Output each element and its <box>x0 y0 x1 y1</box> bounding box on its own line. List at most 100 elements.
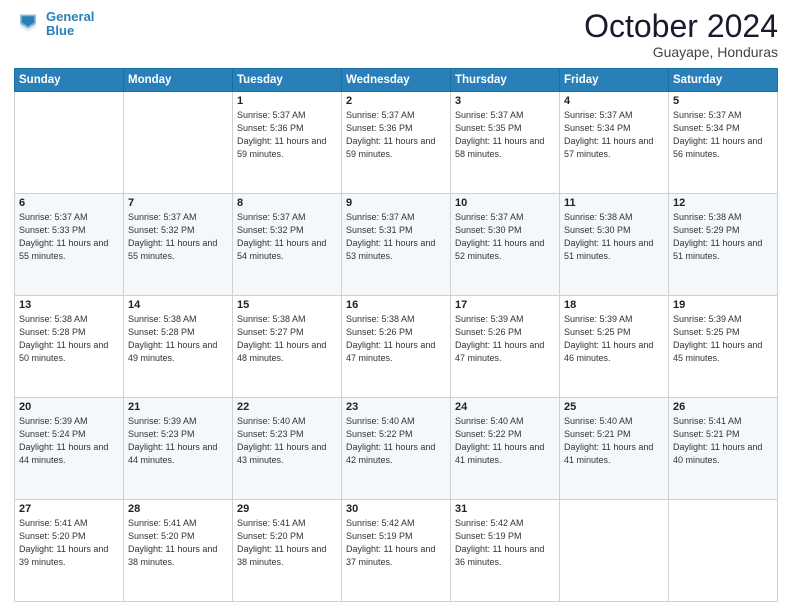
calendar-cell: 20 Sunrise: 5:39 AMSunset: 5:24 PMDayligh… <box>15 398 124 500</box>
day-number: 6 <box>19 197 119 209</box>
day-info: Sunrise: 5:40 AMSunset: 5:22 PMDaylight:… <box>455 415 555 467</box>
logo-line1: General <box>46 9 94 24</box>
weekday-header-friday: Friday <box>560 69 669 92</box>
calendar-cell: 31Sunrise: 5:42 AMSunset: 5:19 PMDayligh… <box>451 500 560 602</box>
day-number: 8 <box>237 197 337 209</box>
day-info: Sunrise: 5:41 AMSunset: 5:21 PMDaylight:… <box>673 415 773 467</box>
day-info: Sunrise: 5:40 AMSunset: 5:23 PMDaylight:… <box>237 415 337 467</box>
calendar-cell: 26 Sunrise: 5:41 AMSunset: 5:21 PMDayligh… <box>669 398 778 500</box>
calendar-cell: 30 Sunrise: 5:42 AMSunset: 5:19 PMDayligh… <box>342 500 451 602</box>
day-info: Sunrise: 5:39 AMSunset: 5:23 PMDaylight:… <box>128 415 228 467</box>
day-info: Sunrise: 5:39 AMSunset: 5:25 PMDaylight:… <box>564 313 664 365</box>
day-number: 18 <box>564 299 664 311</box>
calendar-cell: 17 Sunrise: 5:39 AMSunset: 5:26 PMDayligh… <box>451 296 560 398</box>
calendar-cell: 6Sunrise: 5:37 AMSunset: 5:33 PMDaylight… <box>15 194 124 296</box>
calendar-cell: 18 Sunrise: 5:39 AMSunset: 5:25 PMDayligh… <box>560 296 669 398</box>
calendar-week-5: 27 Sunrise: 5:41 AMSunset: 5:20 PMDayligh… <box>15 500 778 602</box>
weekday-header-sunday: Sunday <box>15 69 124 92</box>
weekday-header-monday: Monday <box>124 69 233 92</box>
calendar-cell: 21 Sunrise: 5:39 AMSunset: 5:23 PMDayligh… <box>124 398 233 500</box>
logo: General Blue <box>14 10 94 39</box>
day-number: 10 <box>455 197 555 209</box>
day-info: Sunrise: 5:37 AMSunset: 5:36 PMDaylight:… <box>237 109 337 161</box>
day-number: 2 <box>346 95 446 107</box>
day-number: 1 <box>237 95 337 107</box>
day-info: Sunrise: 5:39 AMSunset: 5:24 PMDaylight:… <box>19 415 119 467</box>
logo-text: General Blue <box>46 10 94 39</box>
day-info: Sunrise: 5:39 AMSunset: 5:26 PMDaylight:… <box>455 313 555 365</box>
page-header: General Blue October 2024 Guayape, Hondu… <box>14 10 778 60</box>
calendar-cell <box>15 92 124 194</box>
day-info: Sunrise: 5:38 AMSunset: 5:29 PMDaylight:… <box>673 211 773 263</box>
location-subtitle: Guayape, Honduras <box>584 44 778 60</box>
calendar-cell: 24 Sunrise: 5:40 AMSunset: 5:22 PMDayligh… <box>451 398 560 500</box>
calendar-week-3: 13Sunrise: 5:38 AMSunset: 5:28 PMDayligh… <box>15 296 778 398</box>
day-info: Sunrise: 5:41 AMSunset: 5:20 PMDaylight:… <box>237 517 337 569</box>
logo-line2: Blue <box>46 23 74 38</box>
day-number: 5 <box>673 95 773 107</box>
calendar-cell: 28 Sunrise: 5:41 AMSunset: 5:20 PMDayligh… <box>124 500 233 602</box>
day-number: 24 <box>455 401 555 413</box>
day-number: 17 <box>455 299 555 311</box>
calendar-cell: 19Sunrise: 5:39 AMSunset: 5:25 PMDayligh… <box>669 296 778 398</box>
calendar-cell <box>124 92 233 194</box>
day-info: Sunrise: 5:38 AMSunset: 5:28 PMDaylight:… <box>19 313 119 365</box>
day-info: Sunrise: 5:41 AMSunset: 5:20 PMDaylight:… <box>128 517 228 569</box>
day-number: 27 <box>19 503 119 515</box>
day-info: Sunrise: 5:37 AMSunset: 5:30 PMDaylight:… <box>455 211 555 263</box>
calendar-cell: 11 Sunrise: 5:38 AMSunset: 5:30 PMDayligh… <box>560 194 669 296</box>
logo-icon <box>14 10 42 38</box>
day-number: 20 <box>19 401 119 413</box>
calendar-week-2: 6Sunrise: 5:37 AMSunset: 5:33 PMDaylight… <box>15 194 778 296</box>
calendar-cell: 4 Sunrise: 5:37 AMSunset: 5:34 PMDaylight… <box>560 92 669 194</box>
day-number: 19 <box>673 299 773 311</box>
day-number: 28 <box>128 503 228 515</box>
day-info: Sunrise: 5:38 AMSunset: 5:27 PMDaylight:… <box>237 313 337 365</box>
weekday-header-saturday: Saturday <box>669 69 778 92</box>
calendar-cell: 7 Sunrise: 5:37 AMSunset: 5:32 PMDaylight… <box>124 194 233 296</box>
calendar-cell <box>560 500 669 602</box>
calendar-cell: 27 Sunrise: 5:41 AMSunset: 5:20 PMDayligh… <box>15 500 124 602</box>
calendar-cell: 29 Sunrise: 5:41 AMSunset: 5:20 PMDayligh… <box>233 500 342 602</box>
day-info: Sunrise: 5:37 AMSunset: 5:35 PMDaylight:… <box>455 109 555 161</box>
calendar-cell: 12 Sunrise: 5:38 AMSunset: 5:29 PMDayligh… <box>669 194 778 296</box>
day-number: 26 <box>673 401 773 413</box>
day-number: 3 <box>455 95 555 107</box>
day-number: 4 <box>564 95 664 107</box>
day-number: 29 <box>237 503 337 515</box>
day-info: Sunrise: 5:38 AMSunset: 5:28 PMDaylight:… <box>128 313 228 365</box>
day-number: 9 <box>346 197 446 209</box>
day-number: 7 <box>128 197 228 209</box>
day-info: Sunrise: 5:37 AMSunset: 5:31 PMDaylight:… <box>346 211 446 263</box>
calendar-cell: 10 Sunrise: 5:37 AMSunset: 5:30 PMDayligh… <box>451 194 560 296</box>
day-number: 11 <box>564 197 664 209</box>
day-info: Sunrise: 5:42 AMSunset: 5:19 PMDaylight:… <box>346 517 446 569</box>
day-info: Sunrise: 5:38 AMSunset: 5:26 PMDaylight:… <box>346 313 446 365</box>
day-info: Sunrise: 5:38 AMSunset: 5:30 PMDaylight:… <box>564 211 664 263</box>
day-info: Sunrise: 5:42 AMSunset: 5:19 PMDaylight:… <box>455 517 555 569</box>
day-info: Sunrise: 5:37 AMSunset: 5:32 PMDaylight:… <box>237 211 337 263</box>
day-info: Sunrise: 5:37 AMSunset: 5:36 PMDaylight:… <box>346 109 446 161</box>
calendar-cell: 9 Sunrise: 5:37 AMSunset: 5:31 PMDaylight… <box>342 194 451 296</box>
day-number: 30 <box>346 503 446 515</box>
calendar-cell: 8 Sunrise: 5:37 AMSunset: 5:32 PMDaylight… <box>233 194 342 296</box>
day-number: 15 <box>237 299 337 311</box>
day-info: Sunrise: 5:37 AMSunset: 5:34 PMDaylight:… <box>564 109 664 161</box>
day-number: 23 <box>346 401 446 413</box>
title-block: October 2024 Guayape, Honduras <box>584 10 778 60</box>
day-number: 16 <box>346 299 446 311</box>
calendar-table: SundayMondayTuesdayWednesdayThursdayFrid… <box>14 68 778 602</box>
calendar-cell: 3 Sunrise: 5:37 AMSunset: 5:35 PMDaylight… <box>451 92 560 194</box>
calendar-cell: 1 Sunrise: 5:37 AMSunset: 5:36 PMDaylight… <box>233 92 342 194</box>
calendar-header-row: SundayMondayTuesdayWednesdayThursdayFrid… <box>15 69 778 92</box>
day-number: 12 <box>673 197 773 209</box>
calendar-cell: 15 Sunrise: 5:38 AMSunset: 5:27 PMDayligh… <box>233 296 342 398</box>
day-info: Sunrise: 5:41 AMSunset: 5:20 PMDaylight:… <box>19 517 119 569</box>
day-number: 21 <box>128 401 228 413</box>
calendar-cell: 2 Sunrise: 5:37 AMSunset: 5:36 PMDaylight… <box>342 92 451 194</box>
calendar-cell: 13Sunrise: 5:38 AMSunset: 5:28 PMDayligh… <box>15 296 124 398</box>
day-info: Sunrise: 5:37 AMSunset: 5:32 PMDaylight:… <box>128 211 228 263</box>
day-info: Sunrise: 5:37 AMSunset: 5:34 PMDaylight:… <box>673 109 773 161</box>
calendar-cell: 5 Sunrise: 5:37 AMSunset: 5:34 PMDaylight… <box>669 92 778 194</box>
month-title: October 2024 <box>584 10 778 42</box>
